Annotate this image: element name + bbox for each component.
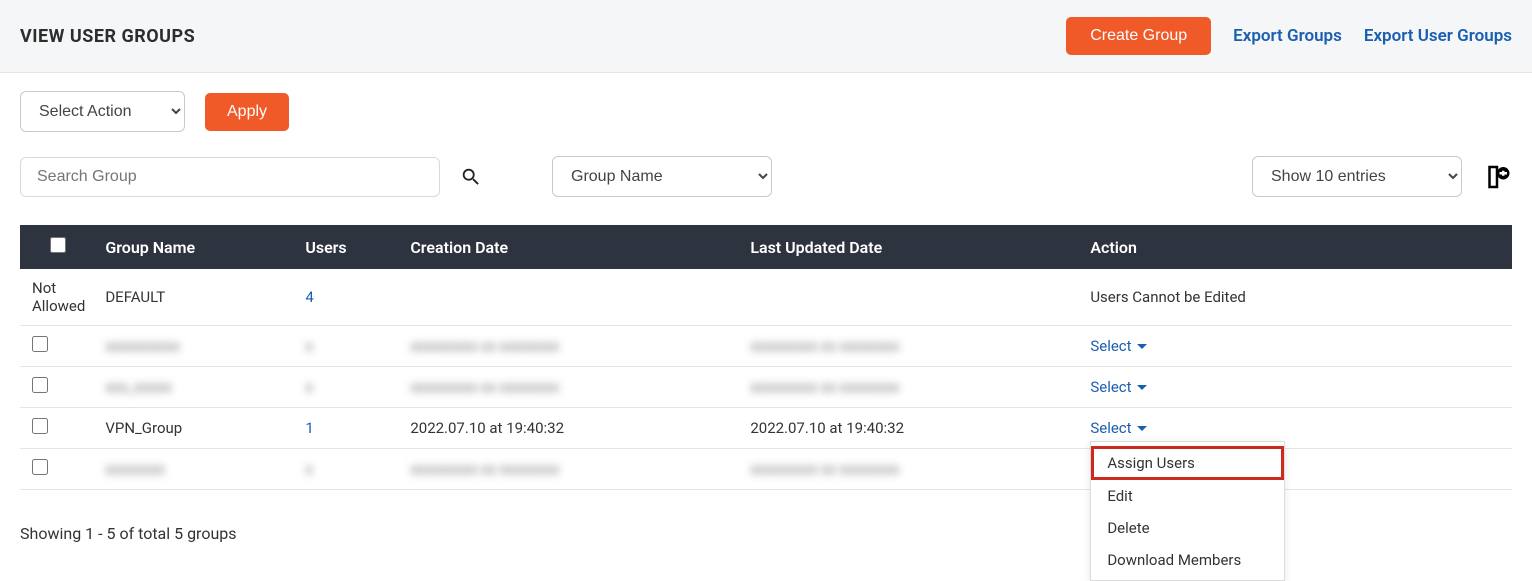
cell-group-name: VPN_Group [95,408,295,449]
show-entries-dropdown[interactable]: Show 10 entries [1252,156,1462,197]
cell-action: Users Cannot be Edited [1080,269,1512,326]
table-row: xxx_xxxxx x xxxxxxxxx xx xxxxxxxxxxxxxxxxx… [20,367,1512,408]
export-user-groups-link[interactable]: Export User Groups [1364,26,1512,46]
select-all-checkbox[interactable] [50,237,66,253]
row-checkbox-disabled: Not Allowed [20,269,95,326]
action-dropdown-menu: Assign UsersEditDeleteDownload Members [1090,441,1285,581]
table-header-row: Group Name Users Creation Date Last Upda… [20,225,1512,269]
col-creation-date: Creation Date [400,225,740,269]
export-groups-link[interactable]: Export Groups [1233,26,1342,46]
cell-last-updated [740,269,1080,326]
cell-creation-date: xxxxxxxxx xx xxxxxxxx [400,449,740,490]
users-count-link[interactable]: x [305,460,312,478]
row-checkbox[interactable] [32,336,48,352]
table-row: VPN_Group 1 2022.07.10 at 19:40:322022.07.… [20,408,1512,449]
col-users: Users [295,225,400,269]
cell-creation-date: xxxxxxxxx xx xxxxxxxx [400,367,740,408]
users-count-link[interactable]: 4 [305,288,313,306]
cell-group-name: DEFAULT [95,269,295,326]
table-wrap: Group Name Users Creation Date Last Upda… [0,197,1532,490]
cell-last-updated: xxxxxxxxx xx xxxxxxxx [740,326,1080,367]
menu-item-edit[interactable]: Edit [1091,480,1284,512]
users-count-link[interactable]: 1 [305,419,313,437]
row-checkbox[interactable] [32,459,48,475]
cell-group-name: xxxxxxxxxx [95,326,295,367]
header-actions: Create Group Export Groups Export User G… [1066,17,1512,55]
menu-item-download-members[interactable]: Download Members [1091,544,1284,576]
select-action-dropdown[interactable]: Select Action [20,91,185,132]
controls: Select Action Apply Group Name Show 10 e… [0,73,1532,197]
controls-row-2: Group Name Show 10 entries [20,156,1512,197]
table-summary: Showing 1 - 5 of total 5 groups [0,490,1532,563]
cell-last-updated: xxxxxxxxx xx xxxxxxxx [740,367,1080,408]
page-title: VIEW USER GROUPS [20,26,195,47]
cell-group-name: xxx_xxxxx [95,367,295,408]
search-icon[interactable] [460,166,482,188]
col-action: Action [1080,225,1512,269]
col-group-name: Group Name [95,225,295,269]
cell-creation-date: 2022.07.10 at 19:40:32 [400,408,740,449]
apply-button[interactable]: Apply [205,93,289,131]
table-row: xxxxxxxxxxxxxxxxxxxx xx xxxxxxxxxxxxxxxx… [20,326,1512,367]
action-select-dropdown[interactable]: Select [1090,419,1146,437]
header-bar: VIEW USER GROUPS Create Group Export Gro… [0,0,1532,73]
cell-group-name: xxxxxxxx [95,449,295,490]
cell-action: Select [1080,326,1512,367]
cell-last-updated: xxxxxxxxx xx xxxxxxxx [740,449,1080,490]
cell-creation-date [400,269,740,326]
cell-last-updated: 2022.07.10 at 19:40:32 [740,408,1080,449]
create-group-button[interactable]: Create Group [1066,17,1211,55]
search-group-input[interactable] [20,157,440,197]
row-checkbox[interactable] [32,418,48,434]
cell-action: Select [1080,367,1512,408]
groups-table: Group Name Users Creation Date Last Upda… [20,225,1512,490]
menu-item-assign-users[interactable]: Assign Users [1091,446,1284,480]
action-select-dropdown[interactable]: Select [1090,378,1146,396]
table-row: xxxxxxxxxxxxxxxxxx xx xxxxxxxxxxxxxxxxx … [20,449,1512,490]
row-checkbox[interactable] [32,377,48,393]
menu-item-delete[interactable]: Delete [1091,512,1284,544]
group-name-filter-dropdown[interactable]: Group Name [552,156,772,197]
users-count-link[interactable]: x [305,337,312,355]
col-last-updated: Last Updated Date [740,225,1080,269]
users-count-link[interactable]: x [305,378,312,396]
cell-action: SelectAssign UsersEditDeleteDownload Mem… [1080,408,1512,449]
cell-creation-date: xxxxxxxxx xx xxxxxxxx [400,326,740,367]
action-select-dropdown[interactable]: Select [1090,337,1146,355]
table-row: Not AllowedDEFAULT 4 Users Cannot be Edite… [20,269,1512,326]
controls-row-1: Select Action Apply [20,91,1512,132]
add-column-icon[interactable] [1482,162,1512,192]
